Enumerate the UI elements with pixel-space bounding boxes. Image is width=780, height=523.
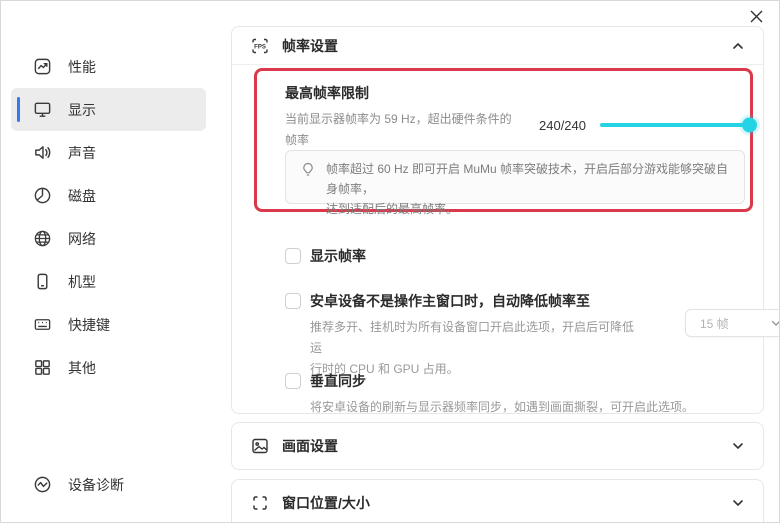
framerate-tip-box: 帧率超过 60 Hz 即可开启 MuMu 帧率突破技术，开启后部分游戏能够突破自… [285, 150, 745, 204]
sidebar: 性能 显示 声音 磁盘 [1, 1, 216, 522]
sidebar-item-performance[interactable]: 性能 [11, 45, 206, 88]
sidebar-nav: 性能 显示 声音 磁盘 [11, 45, 206, 389]
sidebar-item-device-model[interactable]: 机型 [11, 260, 206, 303]
sidebar-item-label: 磁盘 [68, 186, 96, 206]
chevron-down-icon[interactable] [731, 496, 745, 510]
sidebar-item-label: 快捷键 [68, 315, 110, 335]
sidebar-item-label: 其他 [68, 358, 96, 378]
picture-settings-section: 画面设置 [231, 422, 764, 470]
tip-line: 达到适配后的最高帧率。 [326, 199, 732, 219]
performance-icon [33, 57, 52, 76]
tip-line: 帧率超过 60 Hz 即可开启 MuMu 帧率突破技术，开启后部分游戏能够突破自… [326, 159, 732, 199]
show-framerate-checkbox[interactable] [285, 248, 301, 264]
sidebar-item-label: 显示 [68, 100, 96, 120]
framerate-section-header[interactable]: FPS 帧率设置 [232, 27, 763, 64]
diagnostics-icon [33, 475, 52, 494]
window-section-header[interactable]: 窗口位置/大小 [232, 480, 763, 523]
framerate-slider[interactable] [600, 123, 750, 127]
chevron-down-icon[interactable] [731, 439, 745, 453]
max-framerate-highlight-box: 最高帧率限制 当前显示器帧率为 59 Hz，超出硬件条件的帧率 会带来资源浪费甚… [254, 68, 753, 212]
main-content: FPS 帧率设置 最高帧率限制 当前显示器帧率为 59 Hz，超出硬件条件的帧率… [231, 1, 780, 522]
sidebar-item-label: 性能 [68, 57, 96, 77]
sidebar-item-shortcuts[interactable]: 快捷键 [11, 303, 206, 346]
fps-icon: FPS [250, 36, 270, 56]
sidebar-item-network[interactable]: 网络 [11, 217, 206, 260]
framerate-tip-text: 帧率超过 60 Hz 即可开启 MuMu 帧率突破技术，开启后部分游戏能够突破自… [326, 159, 732, 203]
resize-corners-icon [250, 493, 270, 513]
option-label: 安卓设备不是操作主窗口时，自动降低帧率至 [310, 292, 640, 310]
device-settings-window: 设备设置 性能 显示 声音 [0, 0, 780, 523]
chevron-down-icon [770, 317, 780, 329]
section-title: 画面设置 [282, 436, 338, 456]
grid-icon [33, 358, 52, 377]
framerate-slider-group: 240/240 [539, 115, 750, 135]
sidebar-item-label: 声音 [68, 143, 96, 163]
framerate-slider-thumb[interactable] [742, 118, 757, 133]
picture-section-header[interactable]: 画面设置 [232, 423, 763, 469]
sound-icon [33, 143, 52, 162]
vsync-checkbox[interactable] [285, 373, 301, 389]
phone-icon [33, 272, 52, 291]
network-icon [33, 229, 52, 248]
sidebar-footer: 设备诊断 [11, 463, 206, 506]
sidebar-item-sound[interactable]: 声音 [11, 131, 206, 174]
option-description: 将安卓设备的刷新与显示器频率同步，如遇到画面撕裂，可开启此选项。 [310, 397, 730, 418]
sidebar-item-label: 设备诊断 [68, 475, 124, 495]
disk-icon [33, 186, 52, 205]
option-label: 显示帧率 [310, 247, 366, 265]
svg-text:FPS: FPS [254, 44, 266, 50]
auto-lower-framerate-checkbox[interactable] [285, 293, 301, 309]
option-vsync: 垂直同步 将安卓设备的刷新与显示器频率同步，如遇到画面撕裂，可开启此选项。 [285, 372, 730, 418]
dropdown-selected-value: 15 帧 [700, 315, 729, 332]
header-divider [232, 64, 763, 65]
section-title: 窗口位置/大小 [282, 493, 370, 513]
sidebar-item-label: 机型 [68, 272, 96, 292]
max-framerate-title: 最高帧率限制 [285, 83, 750, 103]
description-line: 当前显示器帧率为 59 Hz，超出硬件条件的帧率 [285, 109, 517, 151]
sidebar-item-diagnostics[interactable]: 设备诊断 [11, 463, 206, 506]
lower-framerate-dropdown[interactable]: 15 帧 [685, 309, 780, 337]
description-line: 将安卓设备的刷新与显示器频率同步，如遇到画面撕裂，可开启此选项。 [310, 397, 730, 418]
lightbulb-icon [300, 162, 316, 178]
image-icon [250, 436, 270, 456]
keyboard-icon [33, 315, 52, 334]
sidebar-item-display[interactable]: 显示 [11, 88, 206, 131]
description-line: 推荐多开、挂机时为所有设备窗口开启此选项，开启后可降低运 [310, 317, 640, 359]
sidebar-item-label: 网络 [68, 229, 96, 249]
section-title: 帧率设置 [282, 36, 338, 56]
display-icon [33, 100, 52, 119]
framerate-slider-value: 240/240 [539, 118, 586, 133]
option-auto-lower-framerate: 安卓设备不是操作主窗口时，自动降低帧率至 推荐多开、挂机时为所有设备窗口开启此选… [285, 292, 765, 380]
chevron-up-icon[interactable] [731, 39, 745, 53]
sidebar-item-disk[interactable]: 磁盘 [11, 174, 206, 217]
sidebar-item-other[interactable]: 其他 [11, 346, 206, 389]
option-label: 垂直同步 [310, 372, 730, 390]
window-position-size-section: 窗口位置/大小 [231, 479, 764, 523]
option-show-framerate: 显示帧率 [285, 247, 366, 265]
option-description: 推荐多开、挂机时为所有设备窗口开启此选项，开启后可降低运 行时的 CPU 和 G… [310, 317, 640, 380]
framerate-settings-section: FPS 帧率设置 最高帧率限制 当前显示器帧率为 59 Hz，超出硬件条件的帧率… [231, 26, 764, 414]
